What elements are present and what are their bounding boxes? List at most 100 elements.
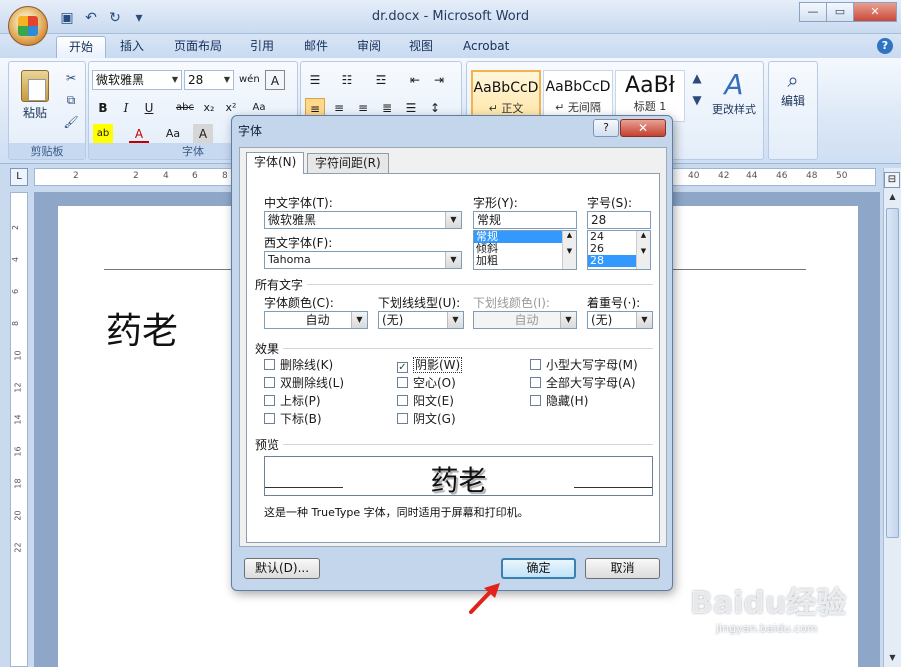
checkbox-box bbox=[264, 377, 275, 388]
engrave-checkbox[interactable]: 阴文(G) bbox=[397, 412, 456, 428]
close-icon[interactable]: ✕ bbox=[853, 2, 897, 22]
shadow-checkbox[interactable]: ✓ 阴影(W) bbox=[397, 357, 463, 374]
emboss-checkbox[interactable]: 阳文(E) bbox=[397, 394, 454, 410]
dialog-help-button[interactable]: ? bbox=[593, 119, 619, 137]
baidu-watermark: Baidu经验 jingyan.baidu.com bbox=[690, 578, 846, 635]
font-style-input[interactable]: 常规 bbox=[473, 211, 577, 229]
superscript-checkbox[interactable]: 上标(P) bbox=[264, 394, 321, 410]
cancel-button[interactable]: 取消 bbox=[585, 558, 660, 579]
tab-review[interactable]: 审阅 bbox=[345, 36, 393, 58]
change-styles-button[interactable]: A 更改样式 bbox=[707, 68, 761, 117]
tab-references[interactable]: 引用 bbox=[238, 36, 286, 58]
underline-style-combo[interactable]: (无) ▼ bbox=[378, 311, 464, 329]
emphasis-value: (无) bbox=[591, 313, 613, 327]
scroll-thumb[interactable] bbox=[886, 208, 899, 538]
bold-button[interactable]: B bbox=[93, 98, 113, 118]
underline-button[interactable]: U bbox=[139, 98, 159, 118]
list-scrollbar[interactable]: ▲ ▼ bbox=[562, 231, 576, 269]
editing-group: ⌕ 编辑 bbox=[768, 61, 818, 160]
styles-scroll-down-icon[interactable]: ▼ bbox=[689, 92, 705, 108]
tab-page-layout[interactable]: 页面布局 bbox=[162, 36, 234, 58]
tab-character-spacing[interactable]: 字符间距(R) bbox=[307, 153, 389, 173]
list-scrollbar[interactable]: ▲ ▼ bbox=[636, 231, 650, 269]
hidden-checkbox[interactable]: 隐藏(H) bbox=[530, 394, 588, 410]
edit-button[interactable]: ⌕ 编辑 bbox=[771, 68, 815, 109]
office-logo-icon bbox=[18, 16, 38, 36]
ruler-tick: 40 bbox=[688, 171, 700, 181]
all-caps-checkbox[interactable]: 全部大写字母(A) bbox=[530, 376, 636, 392]
font-size-list[interactable]: 24 26 28 ▲ ▼ bbox=[587, 230, 651, 270]
char-border-icon[interactable]: A bbox=[265, 70, 285, 90]
paste-button[interactable]: 粘贴 bbox=[15, 70, 55, 121]
outline-checkbox[interactable]: 空心(O) bbox=[397, 376, 456, 392]
style-heading-1-name: 标题 1 bbox=[633, 100, 667, 113]
font-color-combo[interactable]: 自动 ▼ bbox=[264, 311, 368, 329]
strikethrough-checkbox[interactable]: 删除线(K) bbox=[264, 358, 333, 374]
maximize-icon[interactable]: ▭ bbox=[826, 2, 854, 22]
vertical-scrollbar[interactable]: ▲ ▼ bbox=[883, 168, 901, 667]
highlight-icon[interactable]: ab bbox=[93, 124, 113, 144]
tab-selector[interactable]: L bbox=[10, 168, 28, 186]
ruler-tick: 42 bbox=[718, 171, 730, 181]
checkbox-label: 小型大写字母(M) bbox=[546, 358, 638, 372]
decrease-indent-icon[interactable]: ⇤ bbox=[405, 70, 425, 90]
copy-icon[interactable]: ⧉ bbox=[63, 92, 79, 108]
emphasis-combo[interactable]: (无) ▼ bbox=[587, 311, 653, 329]
scroll-up-icon[interactable]: ▲ bbox=[886, 190, 899, 204]
change-case-icon[interactable]: Aa bbox=[163, 124, 183, 144]
increase-indent-icon[interactable]: ⇥ bbox=[429, 70, 449, 90]
ruler-tick: 12 bbox=[13, 382, 23, 393]
effects-label: 效果 bbox=[255, 342, 280, 356]
help-icon[interactable]: ? bbox=[877, 38, 893, 54]
double-strikethrough-checkbox[interactable]: 双删除线(L) bbox=[264, 376, 344, 392]
checkbox-box bbox=[264, 413, 275, 424]
strikethrough-button[interactable]: abc bbox=[175, 98, 195, 118]
italic-button[interactable]: I bbox=[116, 98, 136, 118]
west-font-combo[interactable]: Tahoma ▼ bbox=[264, 251, 462, 269]
minimize-icon[interactable]: — bbox=[799, 2, 827, 22]
checkbox-box bbox=[264, 359, 275, 370]
char-shading-icon[interactable]: A bbox=[193, 124, 213, 144]
ruler-tick: 22 bbox=[13, 542, 23, 553]
checkbox-label: 下标(B) bbox=[280, 412, 322, 426]
tab-mailings[interactable]: 邮件 bbox=[292, 36, 340, 58]
grow-font-icon[interactable]: wén bbox=[239, 70, 260, 90]
underline-style-value: (无) bbox=[382, 313, 404, 327]
bullets-icon[interactable]: ☰ bbox=[305, 70, 325, 90]
style-no-spacing-name: ↵ 无间隔 bbox=[555, 101, 601, 114]
cn-font-combo[interactable]: 微软雅黑 ▼ bbox=[264, 211, 462, 229]
tab-view[interactable]: 视图 bbox=[397, 36, 445, 58]
default-button[interactable]: 默认(D)... bbox=[244, 558, 320, 579]
format-painter-icon[interactable]: 🖌 bbox=[63, 114, 79, 130]
font-style-list[interactable]: 常规 倾斜 加粗 ▲ ▼ bbox=[473, 230, 577, 270]
scroll-down-icon[interactable]: ▼ bbox=[886, 651, 899, 665]
font-color-label: 字体颜色(C): bbox=[264, 296, 334, 310]
small-caps-checkbox[interactable]: 小型大写字母(M) bbox=[530, 358, 638, 374]
preview-note: 这是一种 TrueType 字体，同时适用于屏幕和打印机。 bbox=[264, 506, 529, 519]
ok-button[interactable]: 确定 bbox=[501, 558, 576, 579]
tab-acrobat[interactable]: Acrobat bbox=[451, 36, 521, 58]
font-name-combo[interactable]: 微软雅黑 ▼ bbox=[92, 70, 182, 90]
numbering-icon[interactable]: ☷ bbox=[337, 70, 357, 90]
multilevel-list-icon[interactable]: ☲ bbox=[371, 70, 391, 90]
dialog-title: 字体 bbox=[238, 124, 263, 138]
document-text[interactable]: 药老 bbox=[106, 302, 178, 354]
tab-home[interactable]: 开始 bbox=[56, 36, 107, 58]
tab-font[interactable]: 字体(N) bbox=[246, 152, 305, 174]
subscript-checkbox[interactable]: 下标(B) bbox=[264, 412, 322, 428]
font-size-input[interactable]: 28 bbox=[587, 211, 651, 229]
tab-insert[interactable]: 插入 bbox=[108, 36, 156, 58]
font-size-combo[interactable]: 28 ▼ bbox=[184, 70, 234, 90]
ruler-tick: 20 bbox=[13, 510, 23, 521]
cn-font-value: 微软雅黑 bbox=[268, 213, 317, 227]
subscript-button[interactable]: x₂ bbox=[199, 98, 219, 118]
styles-scroll-up-icon[interactable]: ▲ bbox=[689, 70, 705, 86]
font-color-icon[interactable]: A bbox=[129, 124, 149, 144]
split-window-icon[interactable]: ⊟ bbox=[884, 172, 900, 188]
office-button[interactable] bbox=[8, 6, 48, 46]
dialog-close-button[interactable]: ✕ bbox=[620, 119, 666, 137]
list-item[interactable]: 加粗 bbox=[474, 255, 576, 267]
edit-label: 编辑 bbox=[780, 94, 805, 108]
cut-icon[interactable]: ✂ bbox=[63, 70, 79, 86]
checkbox-box bbox=[397, 377, 408, 388]
